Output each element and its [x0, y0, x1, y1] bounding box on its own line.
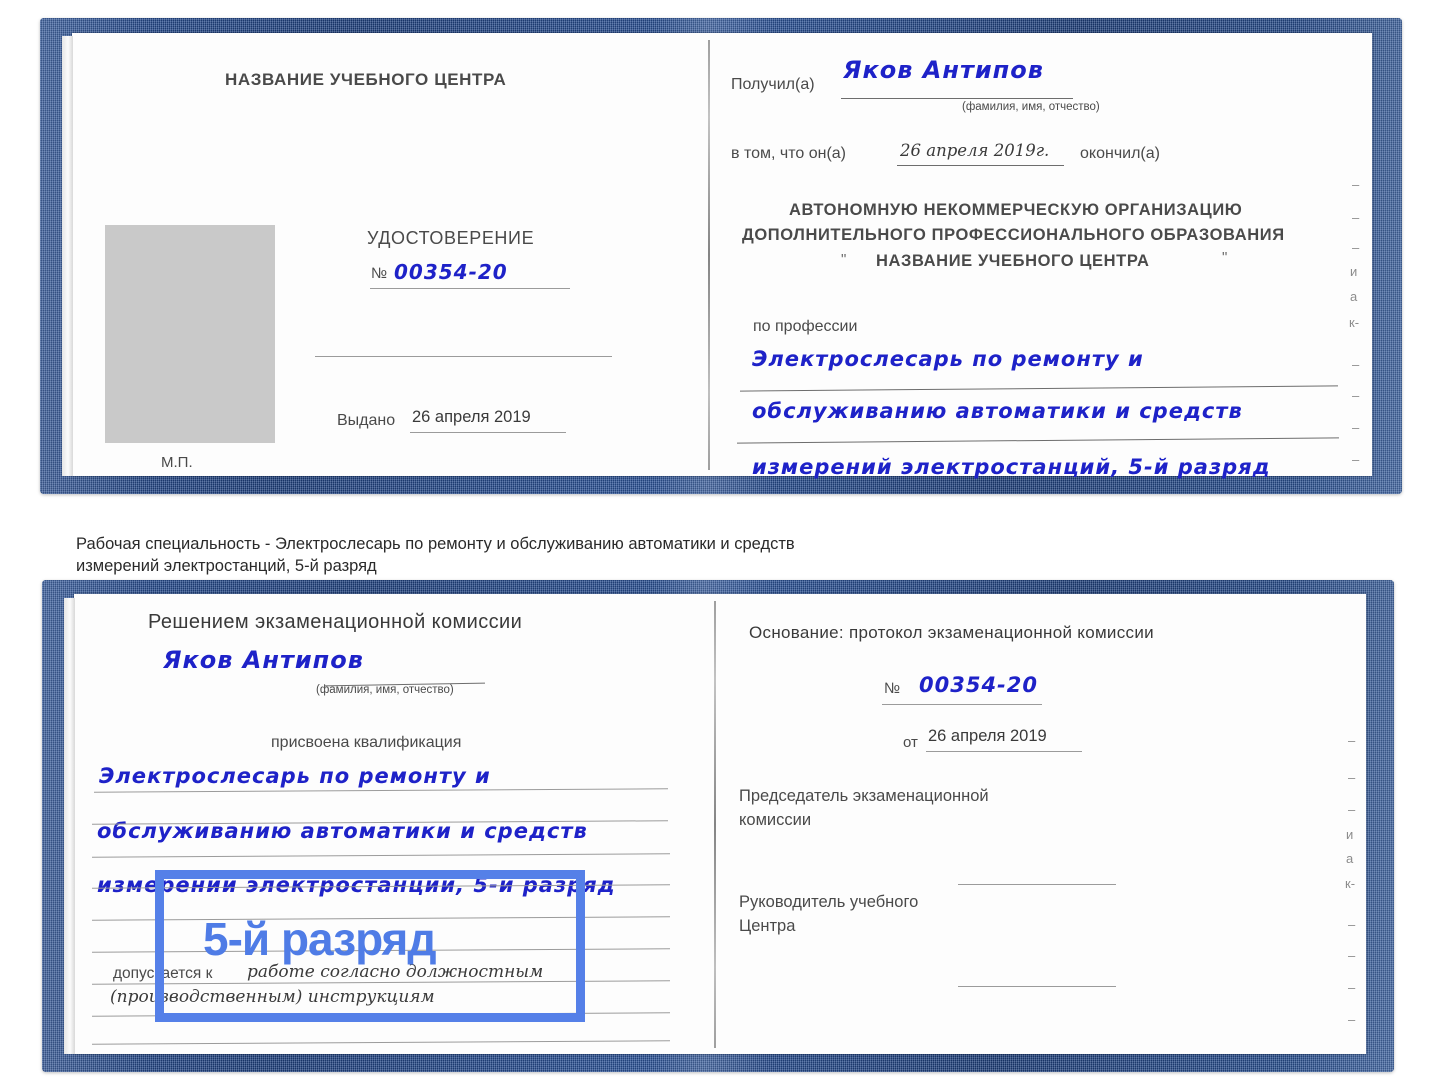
edge-bleed-bottom-10: –	[1348, 1012, 1356, 1027]
edge-bleed-top-10: –	[1352, 452, 1360, 467]
edge-bleed-bottom-9: –	[1348, 980, 1356, 995]
edge-bleed-top-6: к-	[1349, 315, 1360, 330]
issued-label: Выдано	[337, 412, 396, 429]
profession-line-3: измерений электростанций, 5-й разряд	[752, 455, 1271, 479]
commission-decision-heading: Решением экзаменационной комиссии	[148, 611, 523, 633]
edge-bleed-bottom-5: а	[1346, 851, 1354, 866]
caption-line-2: измерений электростанций, 5-й разряд	[76, 557, 377, 576]
fio-hint-top: (фамилия, имя, отчество)	[962, 101, 1100, 113]
head-label-line-2: Центра	[739, 917, 796, 935]
certificate-number-rule	[370, 288, 570, 289]
edge-bleed-top-5: а	[1350, 289, 1358, 304]
chairman-signature-rule	[958, 884, 1116, 885]
head-signature-rule	[958, 986, 1116, 987]
blank-rule-top-left	[315, 356, 612, 357]
edge-bleed-bottom-8: –	[1348, 948, 1356, 963]
edge-bleed-top-8: –	[1352, 388, 1360, 403]
training-center-name-top: НАЗВАНИЕ УЧЕБНОГО ЦЕНТРА	[225, 70, 507, 89]
edge-bleed-top-4: и	[1350, 264, 1358, 279]
received-label: Получил(а)	[731, 76, 815, 93]
certificate-top-page-stack	[62, 36, 73, 476]
organization-line-2: ДОПОЛНИТЕЛЬНОГО ПРОФЕССИОНАЛЬНОГО ОБРАЗО…	[742, 226, 1285, 244]
qualification-label: присвоена квалификация	[271, 734, 462, 751]
protocol-number-label: №	[884, 680, 901, 697]
that-he-rule	[897, 165, 1064, 166]
profession-label: по профессии	[753, 318, 858, 335]
protocol-number-value: 00354-20	[919, 673, 1038, 697]
document-title-udostoverenie: УДОСТОВЕРЕНИЕ	[367, 228, 535, 248]
highlight-label: 5-й разряд	[203, 913, 437, 965]
organization-quote-open: "	[841, 251, 847, 268]
basis-protocol-label: Основание: протокол экзаменационной коми…	[749, 623, 1154, 642]
edge-bleed-top-3: –	[1352, 240, 1360, 255]
edge-bleed-top-9: –	[1352, 420, 1360, 435]
certificate-bottom-spine	[714, 601, 716, 1048]
protocol-date-label: от	[903, 734, 918, 751]
stamp-place-label: М.П.	[161, 454, 193, 471]
received-rule	[841, 98, 1073, 99]
organization-line-3: НАЗВАНИЕ УЧЕБНОГО ЦЕНТРА	[876, 252, 1150, 270]
edge-bleed-bottom-4: и	[1346, 827, 1354, 842]
that-he-label: в том, что он(а)	[731, 145, 846, 162]
edge-bleed-top-1: –	[1352, 177, 1360, 192]
edge-bleed-top-2: –	[1352, 210, 1360, 225]
graduate-name-bottom: Яков Антипов	[163, 646, 364, 674]
edge-bleed-top-7: –	[1352, 357, 1360, 372]
profession-line-1: Электрослесарь по ремонту и	[752, 347, 1144, 371]
caption-line-1: Рабочая специальность - Электрослесарь п…	[76, 535, 795, 553]
chairman-label-line-2: комиссии	[739, 811, 812, 829]
edge-bleed-bottom-1: –	[1348, 733, 1356, 748]
edge-bleed-bottom-2: –	[1348, 770, 1356, 785]
organization-line-1: АВТОНОМНУЮ НЕКОММЕРЧЕСКУЮ ОРГАНИЗАЦИЮ	[789, 201, 1243, 219]
received-value: Яков Антипов	[843, 56, 1044, 84]
qualification-line-1: Электрослесарь по ремонту и	[99, 764, 491, 788]
head-label-line-1: Руководитель учебного	[739, 893, 919, 911]
certificate-top-spine	[708, 40, 710, 470]
issued-rule	[410, 432, 566, 433]
edge-bleed-bottom-7: –	[1348, 917, 1356, 932]
that-he-date-value: 26 апреля 2019г.	[900, 141, 1050, 160]
edge-bleed-bottom-3: –	[1348, 802, 1356, 817]
certificate-number-value: 00354-20	[394, 260, 508, 284]
protocol-number-rule	[882, 704, 1042, 705]
protocol-date-value: 26 апреля 2019	[928, 727, 1047, 745]
finished-label: окончил(а)	[1080, 145, 1160, 162]
profession-line-2: обслуживанию автоматики и средств	[752, 399, 1243, 423]
chairman-label-line-1: Председатель экзаменационной	[739, 787, 989, 805]
organization-quote-close: "	[1222, 249, 1228, 266]
edge-bleed-bottom-6: к-	[1345, 876, 1356, 891]
issued-value: 26 апреля 2019	[412, 408, 531, 426]
protocol-date-rule	[926, 751, 1082, 752]
photo-placeholder	[105, 225, 275, 443]
certificate-bottom-page-stack	[64, 598, 75, 1054]
certificate-number-label: №	[371, 265, 388, 282]
caption-block: Рабочая специальность - Электрослесарь п…	[76, 533, 1086, 578]
